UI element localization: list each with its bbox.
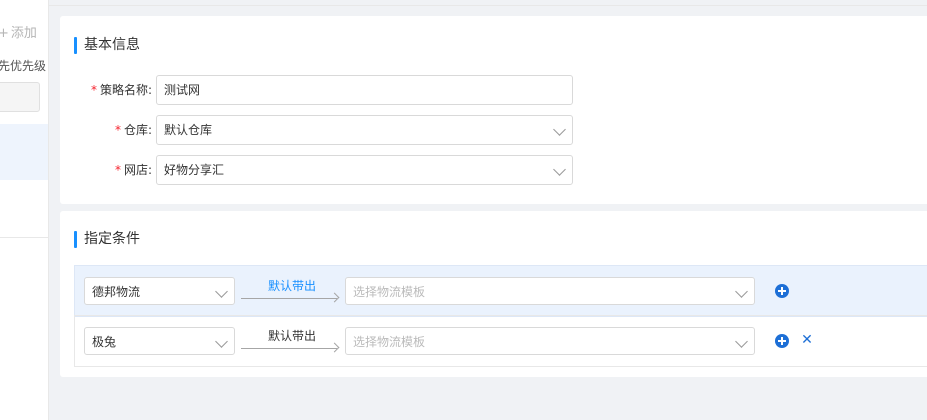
priority-label: 先优先级 [0, 59, 47, 73]
required-mark: * [114, 123, 121, 137]
add-button[interactable]: +添加 [0, 22, 37, 41]
close-icon[interactable]: ✕ [800, 332, 814, 349]
condition-row: 极兔 默认带出 选择物流模板 ✕ [74, 315, 927, 367]
condition-row: 德邦物流 默认带出 选择物流模板 [74, 265, 927, 317]
shop-value: 好物分享汇 [164, 163, 225, 177]
template-placeholder: 选择物流模板 [353, 335, 426, 349]
chevron-down-icon [215, 285, 228, 298]
conditions-card: 指定条件 德邦物流 默认带出 选择物流模板 极兔 默认带出 选择物流模板 ✕ [60, 211, 927, 377]
warehouse-row: * 仓库: 默认仓库 [60, 115, 580, 145]
carrier-value: 德邦物流 [92, 285, 141, 299]
carrier-select[interactable]: 极兔 [84, 327, 235, 355]
priority-input[interactable] [0, 82, 40, 112]
shop-row: * 网店: 好物分享汇 [60, 155, 580, 185]
add-circle-icon[interactable] [775, 284, 789, 298]
arrow-right-icon [329, 292, 340, 303]
strategy-name-value: 测试网 [164, 83, 201, 97]
chevron-down-icon [553, 163, 566, 176]
warehouse-label: * 仓库: [115, 115, 152, 145]
template-select[interactable]: 选择物流模板 [345, 277, 755, 305]
default-bring-arrow: 默认带出 [239, 326, 345, 356]
strategy-name-label: * 策略名称: [91, 75, 152, 105]
template-placeholder: 选择物流模板 [353, 285, 426, 299]
strategy-name-row: * 策略名称: 测试网 [60, 75, 580, 105]
carrier-value: 极兔 [92, 335, 117, 349]
arrow-line [241, 298, 337, 299]
shop-label: * 网店: [115, 155, 152, 185]
basic-info-card: 基本信息 * 策略名称: 测试网 * 仓库: 默认仓库 * 网店: 好物分享汇 [60, 16, 927, 204]
arrow-label: 默认带出 [267, 279, 316, 293]
selected-list-item[interactable] [0, 124, 48, 180]
shop-select[interactable]: 好物分享汇 [156, 155, 573, 185]
strategy-name-label-text: 策略名称: [99, 83, 152, 97]
default-bring-arrow: 默认带出 [239, 276, 345, 306]
conditions-title: 指定条件 [74, 231, 140, 248]
required-mark: * [90, 83, 97, 97]
add-circle-icon[interactable] [775, 334, 789, 348]
warehouse-label-text: 仓库: [123, 123, 152, 137]
chevron-down-icon [215, 335, 228, 348]
chevron-down-icon [735, 285, 748, 298]
add-label: 添加 [10, 26, 37, 41]
carrier-select[interactable]: 德邦物流 [84, 277, 235, 305]
warehouse-value: 默认仓库 [164, 123, 213, 137]
arrow-right-icon [329, 342, 340, 353]
top-divider [49, 5, 927, 6]
chevron-down-icon [735, 335, 748, 348]
left-panel: +添加 先优先级 [0, 0, 49, 420]
strategy-name-input[interactable]: 测试网 [156, 75, 573, 105]
template-select[interactable]: 选择物流模板 [345, 327, 755, 355]
chevron-down-icon [553, 123, 566, 136]
shop-label-text: 网店: [123, 163, 152, 177]
arrow-line [241, 348, 337, 349]
basic-info-title: 基本信息 [74, 37, 140, 54]
warehouse-select[interactable]: 默认仓库 [156, 115, 573, 145]
divider [0, 237, 48, 238]
required-mark: * [114, 163, 121, 177]
plus-icon: + [0, 26, 9, 41]
arrow-label: 默认带出 [267, 329, 316, 343]
